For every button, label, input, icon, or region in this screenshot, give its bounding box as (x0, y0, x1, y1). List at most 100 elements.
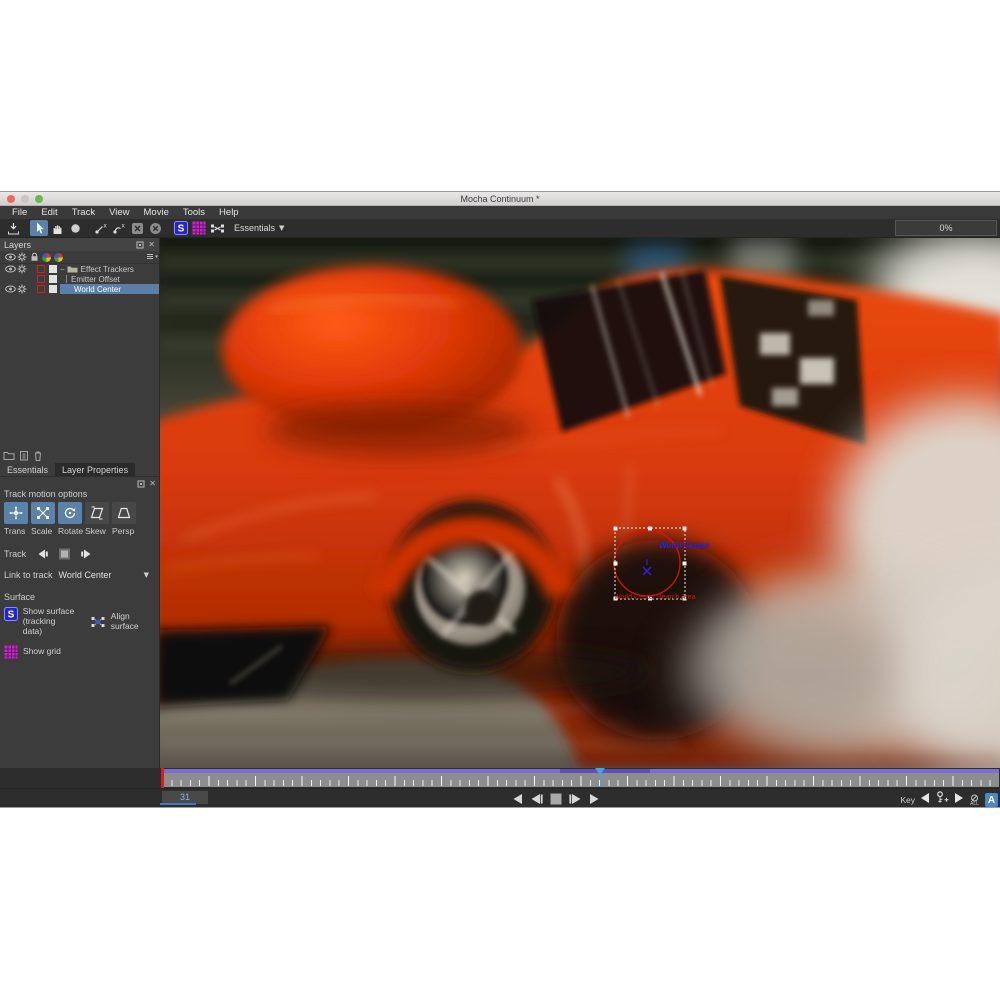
close-window-button[interactable] (7, 195, 15, 203)
layer-checkbox[interactable] (49, 275, 57, 283)
layer-checkbox[interactable] (49, 285, 57, 293)
layer-list-menu-icon[interactable] (146, 253, 159, 261)
layer-name[interactable]: Effect Trackers (81, 265, 134, 274)
zoom-tool-button[interactable] (66, 220, 84, 236)
previous-keyframe-button[interactable] (920, 791, 930, 809)
show-grid-toggle[interactable]: Show grid (4, 645, 159, 659)
link-to-track-dropdown[interactable]: World Center (59, 570, 112, 580)
all-label: ALL (970, 802, 979, 807)
duplicate-layer-icon[interactable] (19, 450, 29, 461)
key-plus-icon (935, 791, 949, 804)
collapse-toggle[interactable]: − (60, 265, 65, 274)
menu-view[interactable]: View (102, 207, 136, 218)
shear-toggle-button[interactable] (85, 502, 109, 524)
track-backwards-button[interactable] (35, 548, 49, 560)
pan-tool-button[interactable] (48, 220, 66, 236)
add-keyframe-button[interactable] (935, 791, 949, 809)
rotation-toggle-button[interactable] (58, 502, 82, 524)
track-forwards-button[interactable] (80, 548, 94, 560)
menu-tools[interactable]: Tools (176, 207, 212, 218)
grid-icon (192, 221, 206, 235)
dock-panel-icon[interactable] (137, 479, 145, 488)
play-backwards-button[interactable] (512, 792, 523, 810)
show-grid-tool-button[interactable] (190, 220, 208, 236)
circle-x-icon (149, 222, 162, 235)
scale-toggle-button[interactable] (31, 502, 55, 524)
frame-ruler[interactable] (162, 773, 999, 787)
play-forwards-button[interactable] (589, 792, 600, 810)
track-label: Track (4, 549, 26, 559)
scale-label: Scale (31, 526, 58, 536)
current-frame-field[interactable]: 31 (162, 791, 208, 804)
menu-movie[interactable]: Movie (137, 207, 176, 218)
create-xspline-tool-button[interactable]: x (92, 220, 110, 236)
zoom-icon (70, 223, 81, 234)
stop-button[interactable] (550, 792, 562, 810)
gear-icon[interactable] (16, 264, 28, 274)
lock-column-lock-icon[interactable] (28, 252, 40, 262)
export-button[interactable] (4, 220, 22, 236)
timeline (0, 768, 1000, 788)
motion-options-buttons (4, 502, 159, 524)
layer-name-selected[interactable]: World Center (74, 285, 121, 294)
layer-color-swatch[interactable] (37, 265, 45, 273)
workspace-preset-label: Essentials (234, 223, 275, 233)
window-title: Mocha Continuum * (460, 194, 539, 204)
surface-s-icon: S (4, 607, 18, 621)
surface-section-label: Surface (4, 592, 159, 602)
align-surface-tool-button[interactable] (208, 220, 226, 236)
next-keyframe-button[interactable] (954, 791, 964, 809)
select-tool-button[interactable] (30, 220, 48, 236)
show-surface-sublabel: (tracking data) (23, 616, 56, 636)
tab-essentials[interactable]: Essentials (0, 463, 55, 476)
menu-help[interactable]: Help (212, 207, 246, 218)
step-backwards-button[interactable] (530, 792, 543, 810)
process-column-gear-icon[interactable] (16, 252, 28, 262)
dock-panel-icon[interactable] (136, 241, 144, 249)
perspective-toggle-button[interactable] (112, 502, 136, 524)
layer-name[interactable]: Emitter Offset (71, 275, 120, 284)
eye-icon[interactable] (4, 265, 16, 273)
layer-row-world-center[interactable]: World Center (0, 284, 159, 294)
layers-panel-header: Layers ✕ (0, 238, 159, 251)
step-forwards-button[interactable] (569, 792, 582, 810)
tab-layer-properties[interactable]: Layer Properties (55, 463, 135, 476)
layer-color-wheel-icon[interactable] (40, 253, 52, 262)
zoom-window-button[interactable] (35, 195, 43, 203)
layer-row-emitter-offset[interactable]: Emitter Offset (0, 274, 159, 284)
menu-track[interactable]: Track (65, 207, 102, 218)
timeline-ruler[interactable] (160, 768, 1000, 788)
gear-icon[interactable] (16, 284, 28, 294)
circle-spline-tool-button[interactable] (146, 220, 164, 236)
layer-color-swatch[interactable] (37, 275, 45, 283)
stop-track-button[interactable] (58, 548, 71, 560)
translation-toggle-button[interactable] (4, 502, 28, 524)
minimize-window-button[interactable] (21, 195, 29, 203)
workspace-preset-dropdown[interactable]: Essentials ▼ (234, 223, 284, 233)
layer-checkbox[interactable] (49, 265, 57, 273)
svg-text:S: S (8, 610, 15, 621)
show-surface-tool-button[interactable]: S (172, 220, 190, 236)
matte-color-wheel-icon[interactable] (52, 253, 64, 262)
autokey-toggle-button[interactable]: A (985, 793, 998, 807)
new-layer-folder-icon[interactable] (3, 450, 15, 461)
in-point-marker[interactable] (161, 768, 164, 788)
layer-color-swatch[interactable] (37, 285, 45, 293)
chevron-down-icon[interactable]: ▼ (144, 571, 149, 579)
playhead[interactable] (594, 768, 606, 788)
menu-file[interactable]: File (5, 207, 34, 218)
menu-edit[interactable]: Edit (34, 207, 64, 218)
rect-spline-tool-button[interactable] (128, 220, 146, 236)
layer-row-effect-trackers[interactable]: − Effect Trackers (0, 264, 159, 274)
delete-all-keys-button[interactable]: ALL (969, 794, 980, 807)
show-surface-toggle[interactable]: S Show surface (tracking data) (4, 607, 76, 636)
close-panel-icon[interactable]: ✕ (148, 240, 155, 249)
close-panel-icon[interactable]: ✕ (149, 479, 156, 488)
align-surface-button[interactable]: Align surface (90, 607, 159, 636)
delete-layer-trash-icon[interactable] (33, 450, 43, 461)
create-bspline-tool-button[interactable]: x (110, 220, 128, 236)
visibility-column-eye-icon[interactable] (4, 253, 16, 261)
tracking-layer-label[interactable]: World Center (659, 541, 709, 550)
viewer-canvas[interactable]: World Center World Center Search Area (160, 238, 1000, 768)
eye-icon[interactable] (4, 285, 16, 293)
